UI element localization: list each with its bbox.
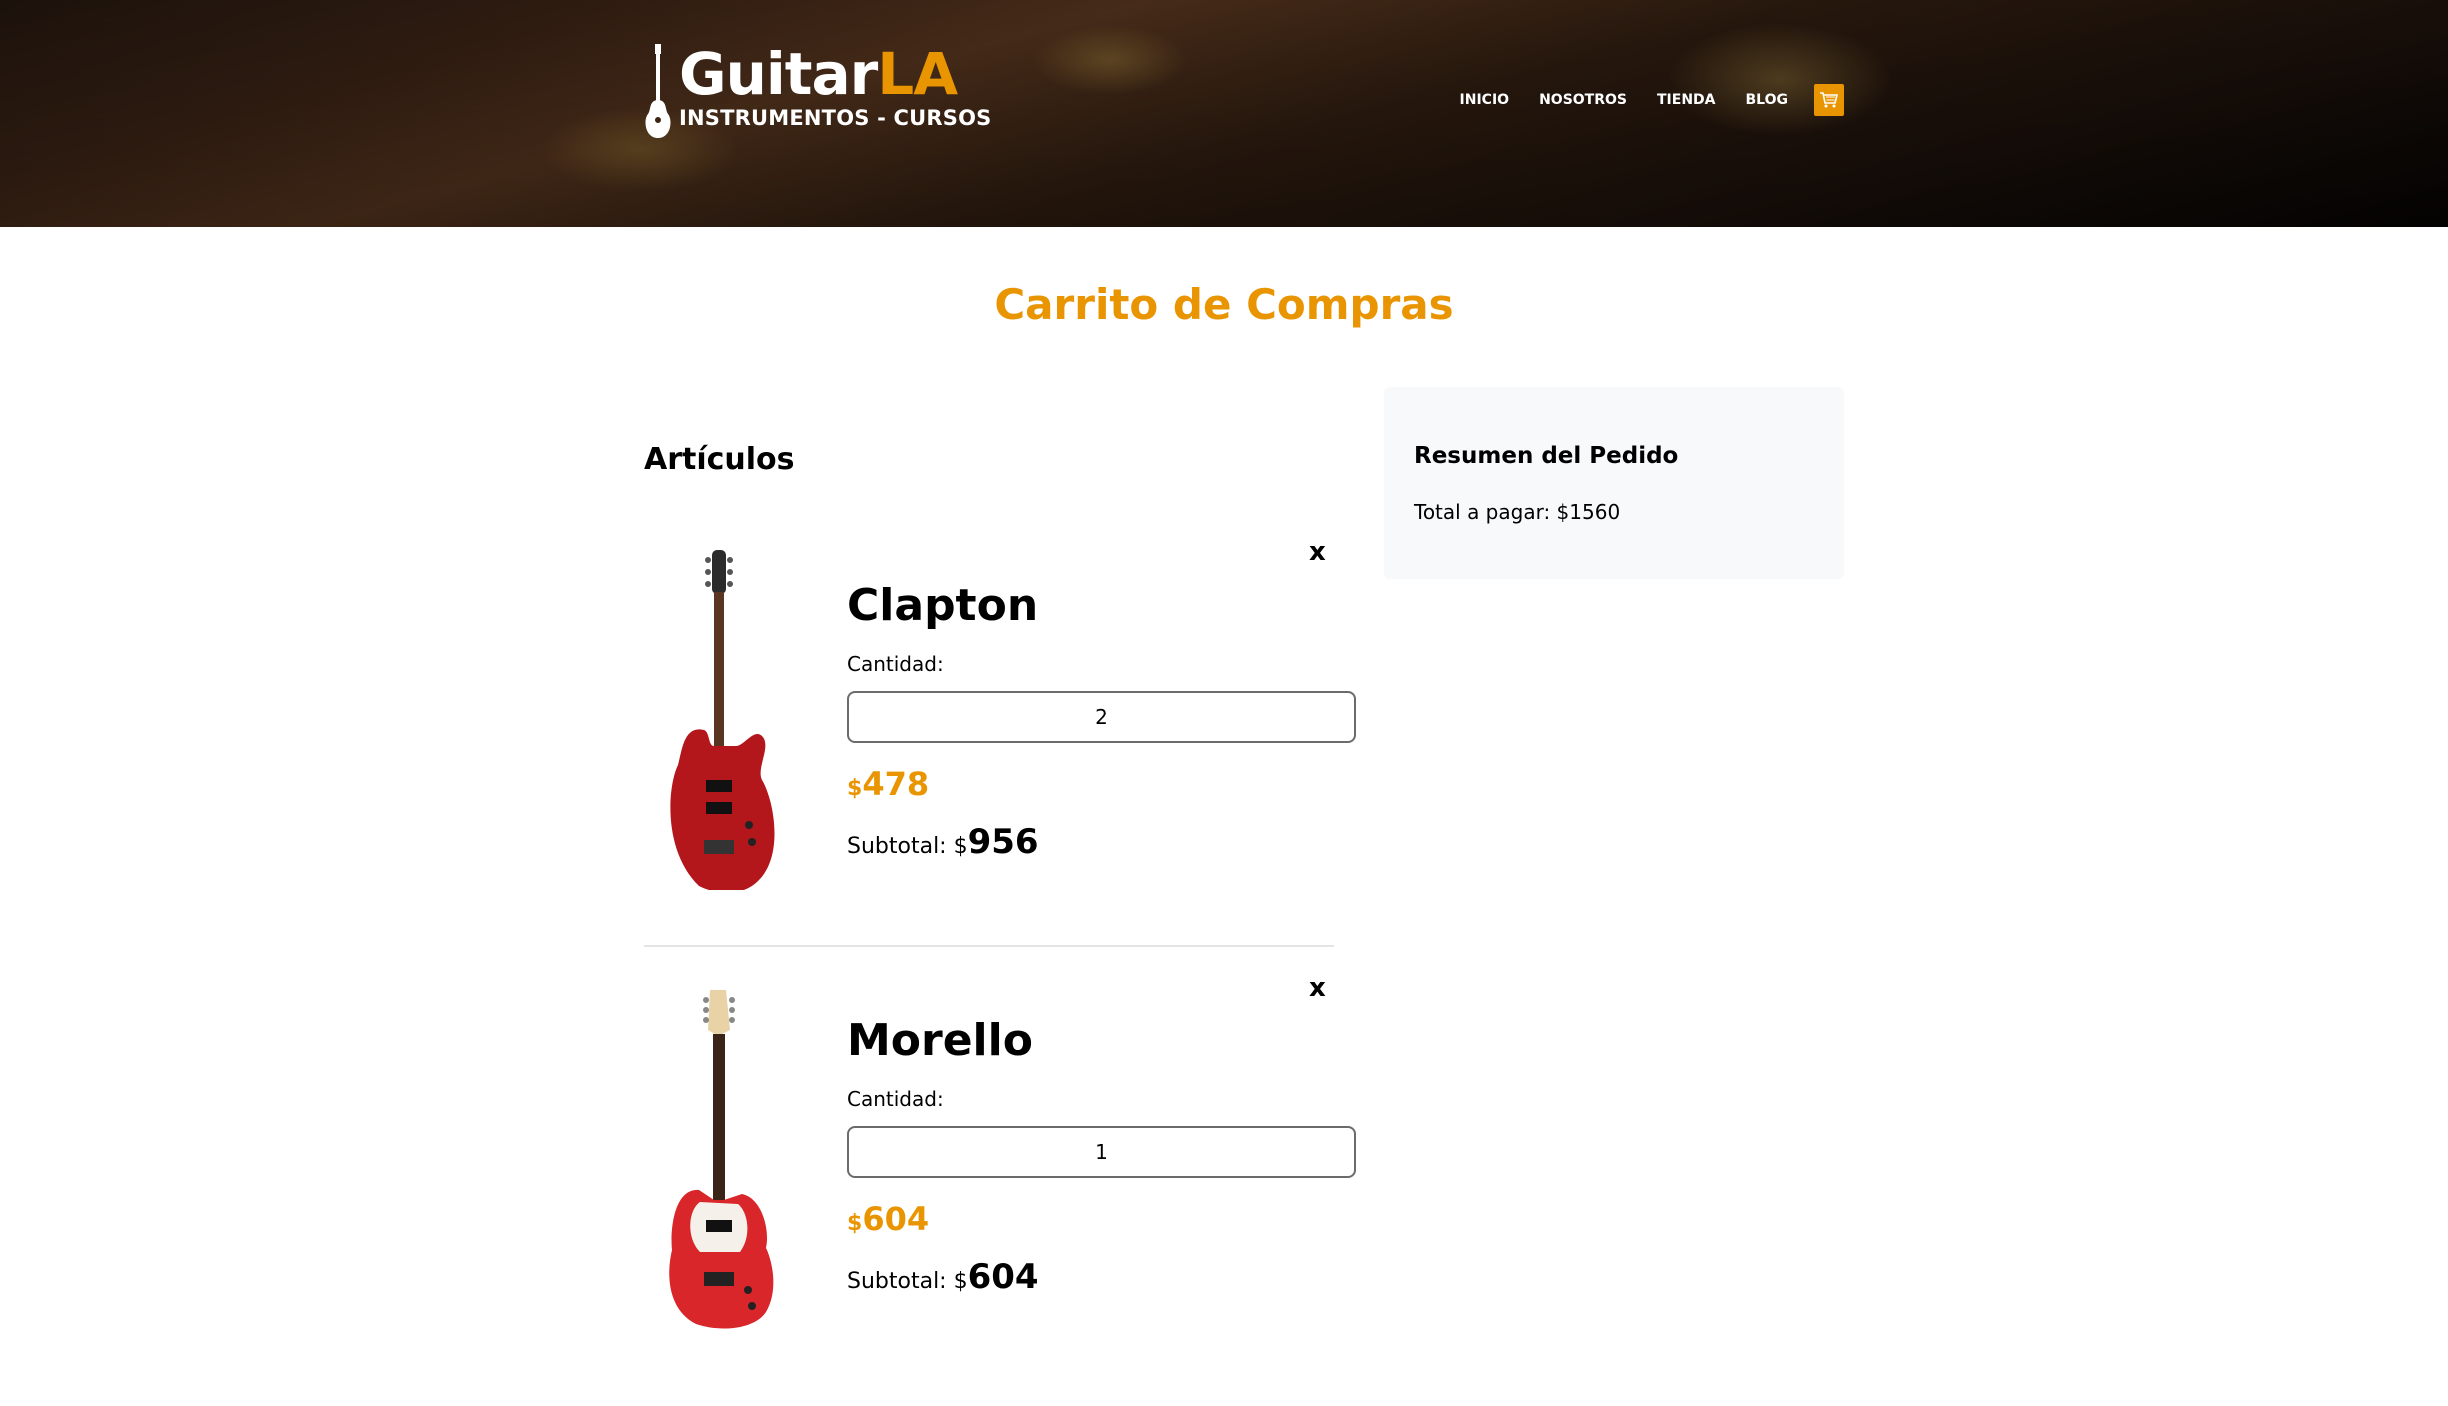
nav-item-tienda[interactable]: TIENDA — [1657, 92, 1716, 108]
quantity-select[interactable]: 2 — [847, 691, 1356, 743]
price-amount: 604 — [862, 1200, 930, 1238]
subtotal-amount: 956 — [967, 822, 1039, 862]
logo[interactable]: GuitarLA INSTRUMENTOS - CURSOS — [643, 44, 991, 140]
logo-title: GuitarLA — [679, 44, 991, 104]
subtotal-amount: 604 — [967, 1257, 1039, 1297]
quantity-label: Cantidad: — [847, 652, 944, 676]
remove-item-button[interactable]: x — [1309, 537, 1326, 567]
cart-item: x Clapton Cantidad: 2 $478 Subtotal: $95… — [644, 537, 1356, 900]
subtotal-label: Subtotal: $ — [847, 834, 968, 859]
logo-name-accent: LA — [877, 40, 958, 108]
cart-item: x Morello Cantidad: 1 $604 Subtotal: $60… — [644, 973, 1356, 1335]
product-name: Morello — [847, 1015, 1033, 1066]
quantity-select[interactable]: 1 — [847, 1126, 1356, 1178]
nav-item-blog[interactable]: BLOG — [1746, 92, 1789, 108]
summary-title: Resumen del Pedido — [1414, 443, 1679, 469]
cart-items-column: Artículos — [644, 442, 1356, 477]
main-nav: INICIO NOSOTROS TIENDA BLOG — [1430, 84, 1844, 116]
nav-item-inicio[interactable]: INICIO — [1460, 92, 1510, 108]
price-currency: $ — [847, 1211, 863, 1236]
quantity-label: Cantidad: — [847, 1087, 944, 1111]
page-title: Carrito de Compras — [994, 280, 1454, 329]
guitar-logo-icon — [645, 44, 671, 138]
remove-item-button[interactable]: x — [1309, 973, 1326, 1003]
nav-item-nosotros[interactable]: NOSOTROS — [1539, 92, 1627, 108]
product-subtotal: Subtotal: $604 — [847, 1257, 1039, 1297]
product-subtotal: Subtotal: $956 — [847, 822, 1039, 862]
product-image-red-white-guitar — [669, 990, 774, 1329]
item-divider — [644, 945, 1334, 947]
price-amount: 478 — [862, 765, 930, 803]
product-price: $478 — [847, 765, 929, 803]
price-currency: $ — [847, 776, 863, 801]
product-price: $604 — [847, 1200, 929, 1238]
articles-heading: Artículos — [644, 442, 795, 477]
summary-total: Total a pagar: $1560 — [1414, 500, 1621, 524]
order-summary: Resumen del Pedido Total a pagar: $1560 — [1384, 387, 1844, 579]
shopping-cart-icon — [1820, 92, 1839, 108]
cart-button[interactable] — [1814, 84, 1844, 116]
product-image-red-guitar — [670, 550, 775, 890]
logo-tagline: INSTRUMENTOS - CURSOS — [679, 106, 992, 130]
site-header: GuitarLA INSTRUMENTOS - CURSOS INICIO NO… — [0, 0, 2448, 227]
product-name: Clapton — [847, 580, 1039, 631]
subtotal-label: Subtotal: $ — [847, 1269, 968, 1294]
logo-name-main: Guitar — [679, 40, 878, 108]
